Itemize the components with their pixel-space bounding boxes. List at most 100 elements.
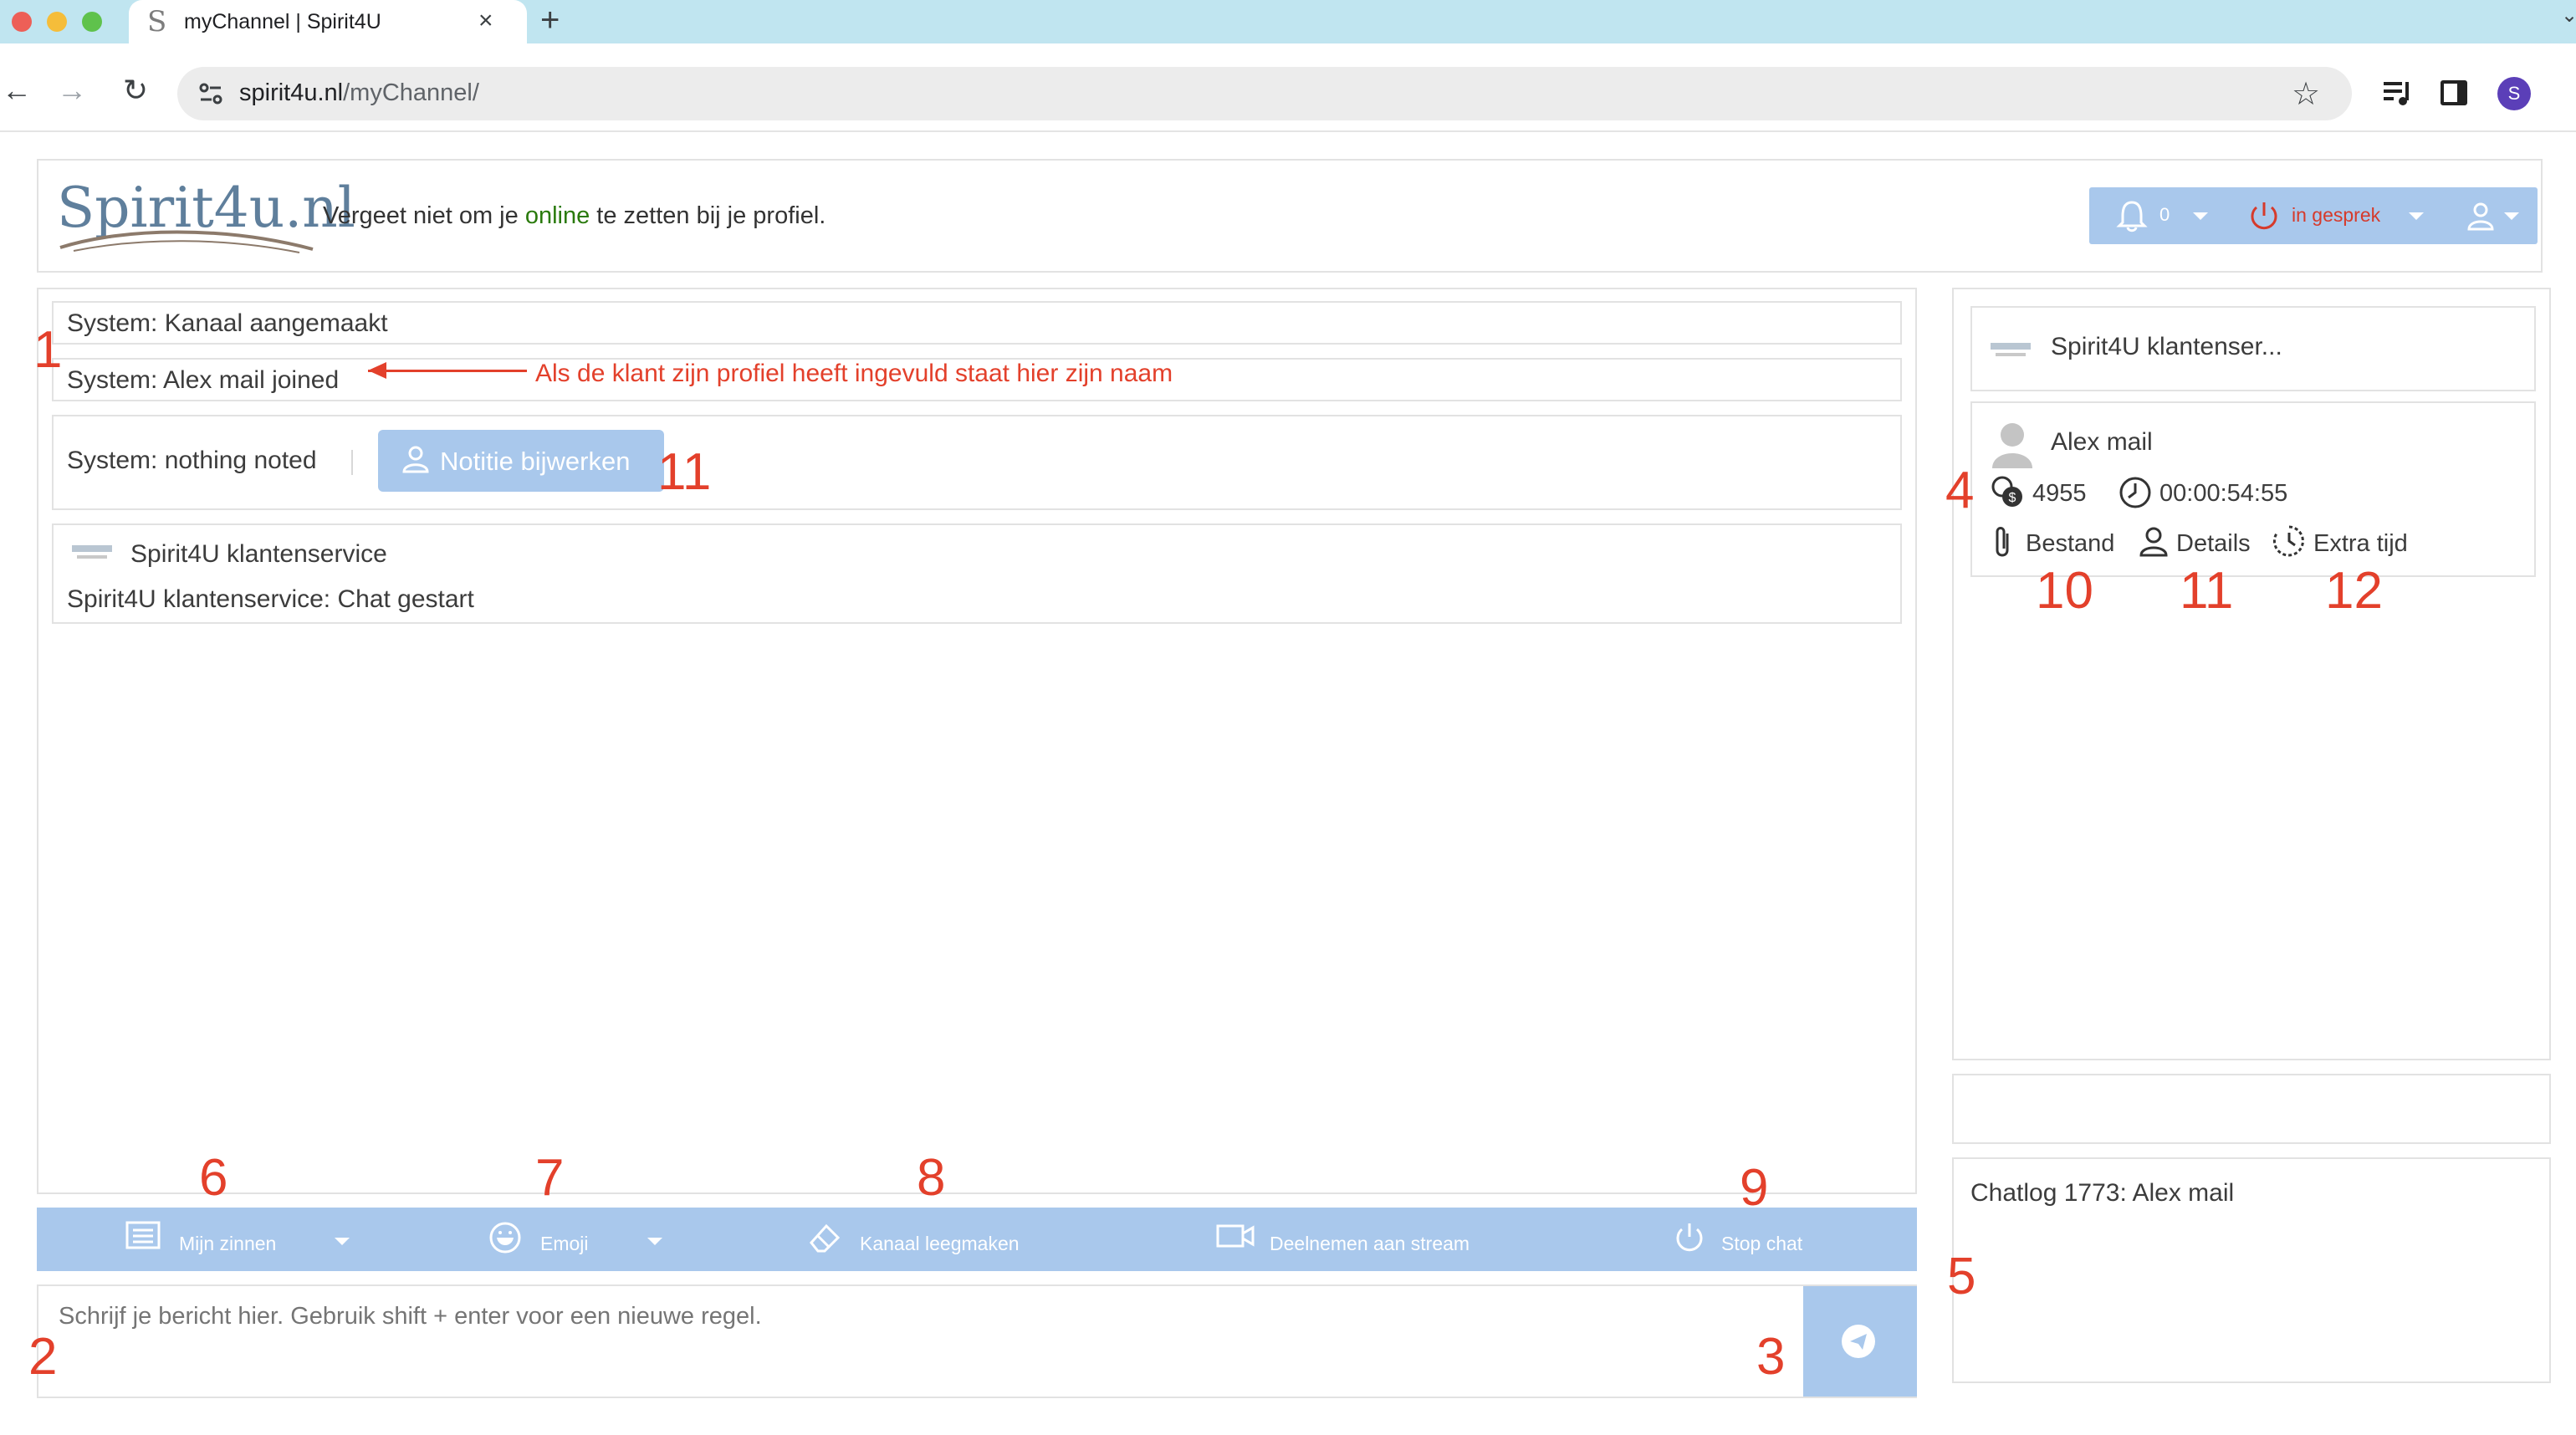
message-text: System: nothing noted: [67, 447, 317, 474]
my-phrases-label: Mijn zinnen: [179, 1233, 277, 1254]
chatlog-panel: Chatlog 1773: Alex mail: [1952, 1157, 2551, 1383]
annotation-number: 3: [1756, 1328, 1786, 1386]
address-bar[interactable]: spirit4u.nl/myChannel/ ☆: [177, 67, 2352, 120]
status-toolbar: 0 in gesprek: [2089, 187, 2538, 244]
message-input[interactable]: [59, 1303, 1731, 1330]
tab-favicon-icon: S: [147, 5, 167, 38]
site-info-icon[interactable]: [196, 79, 226, 109]
join-stream-button[interactable]: Deelnemen aan stream: [1216, 1221, 1500, 1258]
info-strip: [1952, 1074, 2551, 1144]
message-sender: Spirit4U klantenservice: [130, 540, 387, 568]
message-text: System: Kanaal aangemaakt: [67, 309, 388, 337]
stop-chat-label: Stop chat: [1721, 1233, 1803, 1254]
emoji-label: Emoji: [540, 1233, 589, 1254]
my-phrases-button[interactable]: Mijn zinnen: [125, 1221, 360, 1258]
divider: [351, 450, 353, 475]
forward-arrow-icon[interactable]: →: [55, 74, 89, 107]
browser-toolbar: ← → ↻ spirit4u.nl/myChannel/ ☆ S ⋮: [0, 43, 2576, 132]
site-logo[interactable]: Spirit4u.nl: [57, 176, 355, 253]
join-stream-label: Deelnemen aan stream: [1270, 1233, 1470, 1254]
client-credits: 4955: [2032, 480, 2087, 507]
file-button[interactable]: Bestand: [2026, 530, 2114, 558]
annotation-number: 7: [535, 1149, 565, 1207]
power-icon[interactable]: [2248, 199, 2280, 232]
stop-chat-button[interactable]: Stop chat: [1673, 1221, 1873, 1258]
notification-count: 0: [2159, 204, 2170, 225]
annotation-number: 6: [199, 1149, 228, 1207]
customer-info-panel: Spirit4U klantenser... Alex mail $ 4955 …: [1952, 288, 2551, 1060]
system-message: System: Kanaal aangemaakt: [52, 301, 1902, 345]
message-composer: [37, 1284, 1917, 1398]
tab-search-chevron-icon[interactable]: ⌄: [2561, 3, 2576, 28]
annotation-note: Als de klant zijn profiel heeft ingevuld…: [535, 360, 1173, 387]
reload-icon[interactable]: ↻: [119, 74, 152, 107]
agent-card: Spirit4U klantenser...: [1970, 306, 2536, 391]
emoji-chevron-down-icon: [647, 1238, 662, 1245]
emoji-button[interactable]: Emoji: [488, 1221, 689, 1258]
bookmark-star-icon[interactable]: ☆: [2292, 75, 2320, 113]
notifications-chevron-down-icon[interactable]: [2193, 212, 2208, 220]
status-label[interactable]: in gesprek: [2292, 204, 2380, 227]
browser-tab[interactable]: S myChannel | Spirit4U ×: [129, 0, 527, 47]
annotation-number: 11: [2180, 562, 2234, 620]
annotation-number: 10: [2036, 562, 2093, 620]
user-icon: [402, 446, 429, 473]
annotation-number: 2: [28, 1328, 58, 1386]
minimize-window-button[interactable]: [47, 12, 67, 32]
annotation-number: 1: [33, 321, 63, 379]
agent-message: Spirit4U klantenservice Spirit4U klanten…: [52, 523, 1902, 624]
browser-menu-icon[interactable]: ⋮: [2564, 69, 2576, 102]
send-button[interactable]: [1803, 1286, 1917, 1397]
chat-window: System: Kanaal aangemaakt System: Alex m…: [37, 288, 1917, 1194]
chat-action-bar: Mijn zinnen Emoji Kanaal leegmaken Deeln…: [37, 1208, 1917, 1271]
coins-icon: $: [1991, 476, 2022, 507]
extra-time-clock-icon[interactable]: [2272, 523, 2307, 559]
user-menu-chevron-down-icon[interactable]: [2504, 212, 2519, 220]
status-chevron-down-icon[interactable]: [2409, 212, 2424, 220]
agent-logo-icon: [1991, 343, 2031, 356]
details-button[interactable]: Details: [2176, 530, 2251, 558]
annotation-arrow-line: [368, 370, 527, 372]
chat-duration: 00:00:54:55: [2159, 480, 2288, 507]
media-controls-icon[interactable]: [2380, 77, 2414, 110]
user-icon[interactable]: [2138, 525, 2170, 559]
maximize-window-button[interactable]: [82, 12, 102, 32]
chatlog-title: Chatlog 1773: Alex mail: [1970, 1179, 2235, 1207]
list-icon: [125, 1221, 161, 1249]
annotation-number: 4: [1945, 462, 1975, 519]
message-text: Spirit4U klantenservice: Chat gestart: [67, 585, 474, 613]
back-arrow-icon[interactable]: ←: [0, 74, 33, 107]
extra-time-button[interactable]: Extra tijd: [2313, 530, 2408, 558]
note-message: System: nothing noted Notitie bijwerken: [52, 415, 1902, 510]
url-host: spirit4u.nl: [239, 79, 344, 106]
update-note-button[interactable]: Notitie bijwerken: [378, 430, 664, 492]
bell-icon[interactable]: [2116, 199, 2148, 232]
client-name: Alex mail: [2051, 428, 2153, 456]
message-text: System: Alex mail joined: [67, 366, 340, 394]
user-icon[interactable]: [2466, 201, 2496, 231]
profile-avatar[interactable]: S: [2497, 77, 2531, 110]
notice-online-word: online: [524, 202, 590, 229]
my-phrases-chevron-down-icon: [335, 1238, 350, 1245]
tab-title: myChannel | Spirit4U: [184, 10, 381, 33]
tab-close-icon[interactable]: ×: [478, 7, 493, 35]
svg-text:$: $: [2009, 491, 2016, 505]
new-tab-button[interactable]: +: [540, 2, 560, 39]
side-panel-icon[interactable]: [2441, 80, 2467, 105]
paperclip-icon[interactable]: [1991, 525, 2016, 560]
clear-channel-label: Kanaal leegmaken: [860, 1233, 1020, 1254]
video-camera-icon: [1216, 1224, 1255, 1248]
annotation-number: 11: [657, 443, 712, 501]
annotation-number: 9: [1740, 1159, 1769, 1217]
online-reminder: Vergeet niet om je online te zetten bij …: [323, 202, 825, 230]
close-window-button[interactable]: [12, 12, 32, 32]
clear-channel-button[interactable]: Kanaal leegmaken: [806, 1221, 1074, 1258]
update-note-label: Notitie bijwerken: [440, 447, 631, 476]
annotation-arrow-head-icon: [368, 362, 386, 379]
url-text: spirit4u.nl/myChannel/: [239, 79, 479, 107]
annotation-number: 12: [2325, 562, 2383, 620]
avatar: [1992, 423, 2032, 468]
annotation-number: 5: [1947, 1248, 1976, 1305]
send-icon: [1842, 1325, 1875, 1358]
clock-icon: [2119, 477, 2151, 508]
